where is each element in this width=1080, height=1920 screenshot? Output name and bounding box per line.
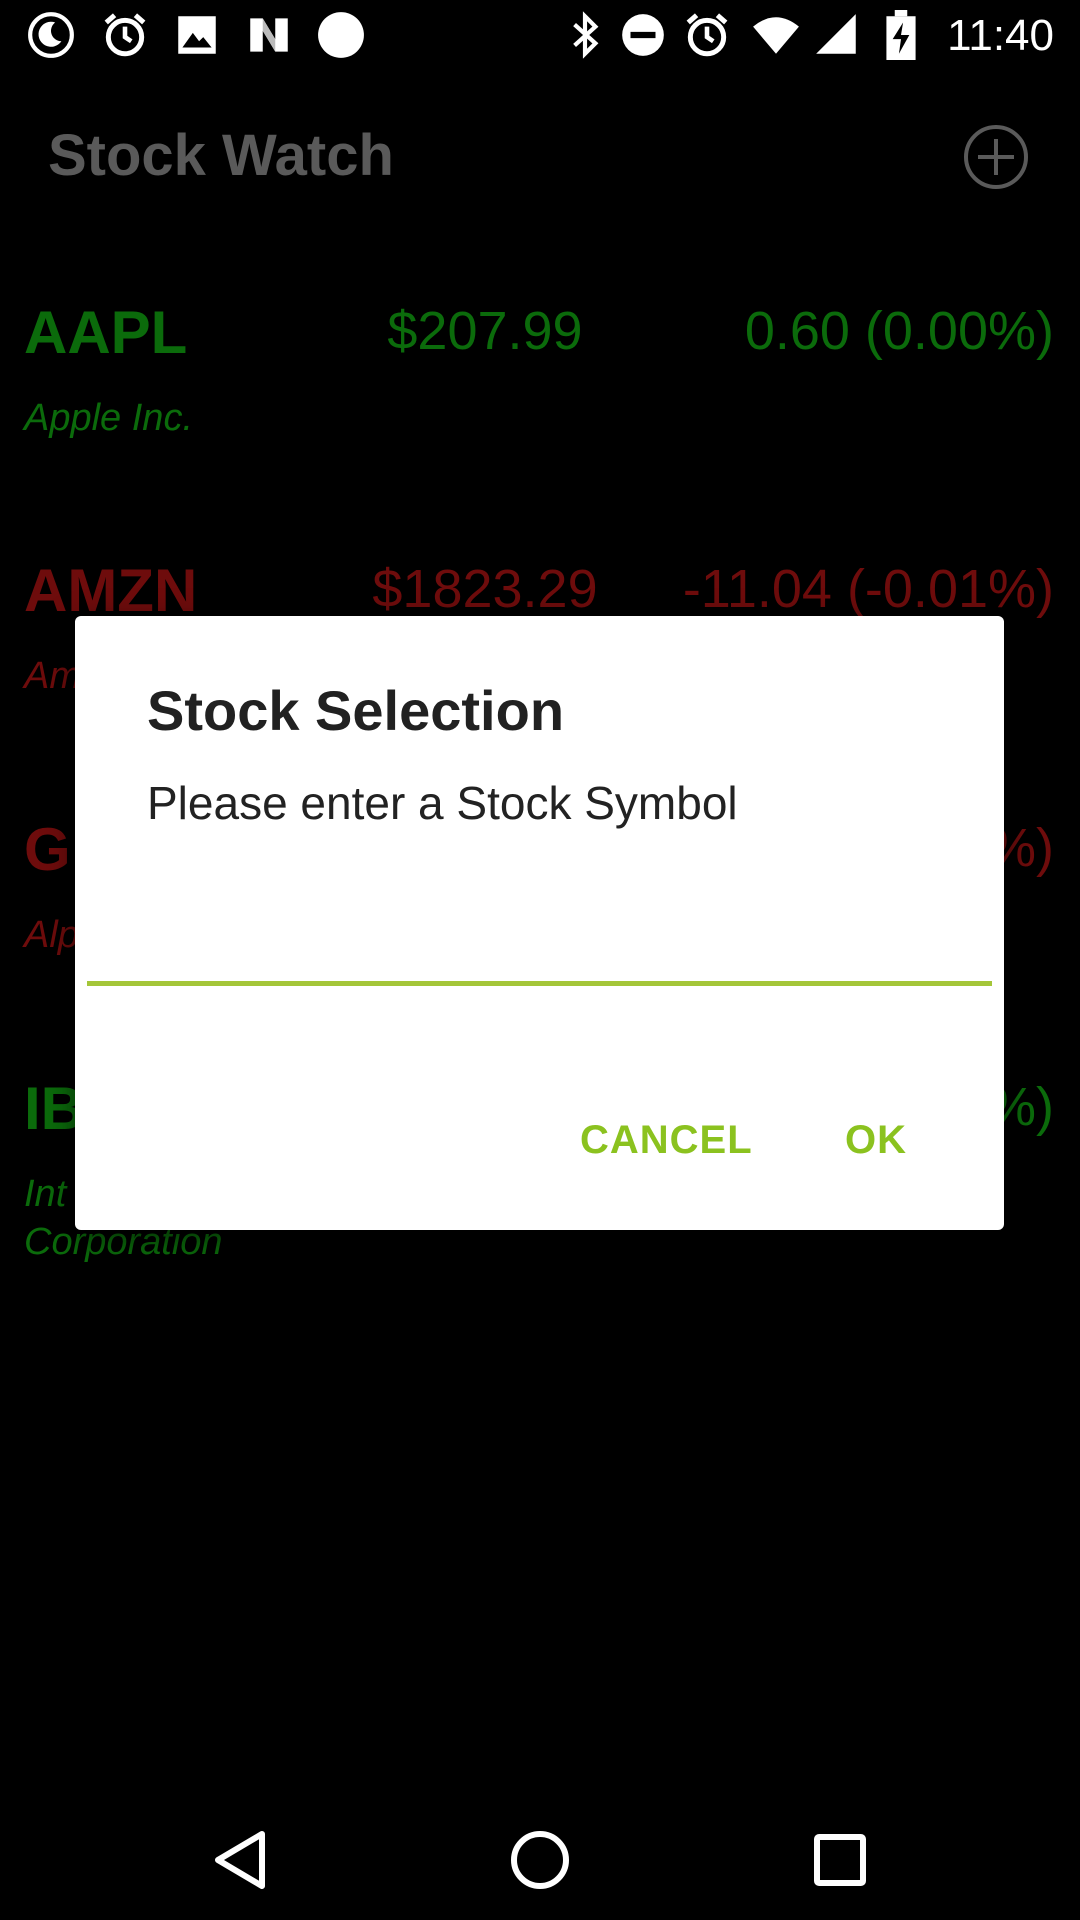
app-title: Stock Watch	[48, 123, 394, 188]
home-icon[interactable]	[500, 1820, 580, 1900]
screen: 11:40 Stock Watch AAPL $207.99 0.60 (0.0…	[0, 0, 1080, 1920]
wifi-icon	[748, 10, 804, 60]
bluetooth-icon	[560, 10, 610, 60]
n-icon	[244, 10, 294, 60]
stock-change: -11.04 (-0.01%)	[682, 559, 1054, 619]
recents-icon[interactable]	[800, 1820, 880, 1900]
status-time: 11:40	[947, 11, 1054, 60]
status-bar: 11:40	[0, 0, 1080, 72]
stock-symbol: AAPL	[24, 299, 188, 366]
stock-row[interactable]: AAPL $207.99 0.60 (0.00%) Apple Inc.	[0, 296, 1080, 496]
cancel-button[interactable]: CANCEL	[580, 1116, 753, 1164]
add-circle-icon[interactable]	[962, 123, 1030, 191]
alarm-icon	[682, 10, 732, 60]
dialog-message: Please enter a Stock Symbol	[147, 777, 738, 829]
signal-icon	[812, 10, 862, 60]
alarm-icon	[100, 10, 150, 60]
stock-price: $207.99	[387, 301, 583, 361]
circle-icon	[316, 10, 366, 60]
stock-change: 0.60 (0.00%)	[744, 301, 1054, 361]
stock-selection-dialog: Stock Selection Please enter a Stock Sym…	[75, 616, 1004, 1230]
back-icon[interactable]	[200, 1820, 280, 1900]
ok-button[interactable]: OK	[845, 1116, 907, 1164]
do-not-disturb-icon	[618, 10, 668, 60]
image-icon	[172, 10, 222, 60]
moon-icon	[26, 10, 76, 60]
dialog-title: Stock Selection	[147, 679, 565, 742]
stock-price: $1823.29	[372, 559, 598, 619]
navigation-bar	[0, 1800, 1080, 1920]
stock-symbol: G	[24, 816, 71, 883]
stock-symbol-input[interactable]	[87, 916, 992, 986]
battery-charging-icon	[880, 10, 922, 60]
company-name: Apple Inc.	[24, 397, 193, 439]
